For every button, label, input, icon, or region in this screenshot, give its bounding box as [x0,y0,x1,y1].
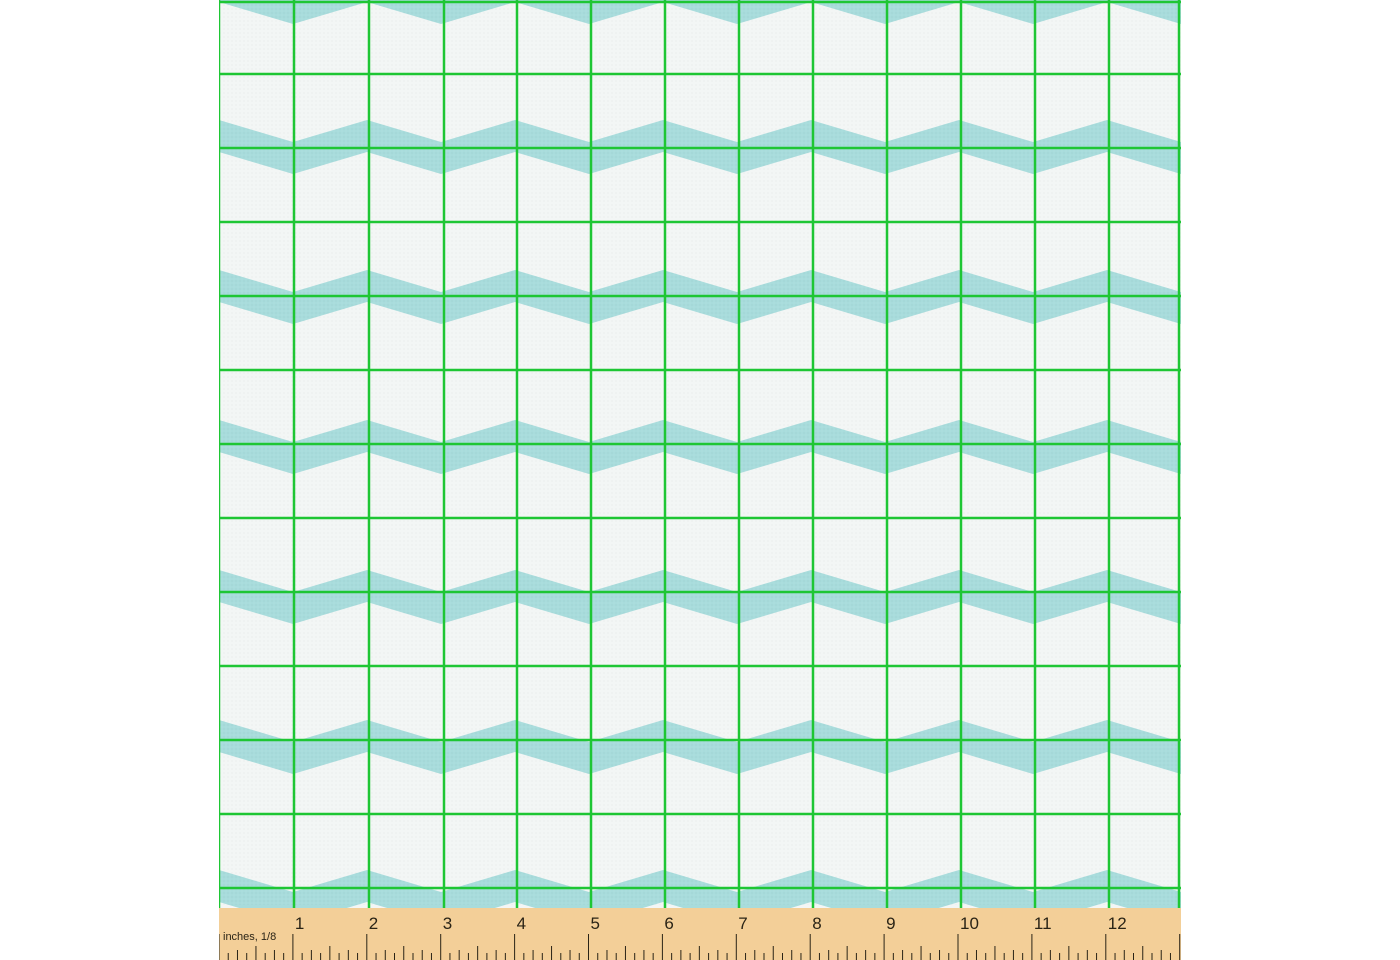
ruler-number: 7 [738,914,747,933]
ruler-caption: inches, 1/8 [223,931,276,943]
ruler-number: 2 [369,914,378,933]
ruler-number: 11 [1034,914,1052,933]
ruler-number: 5 [591,914,600,933]
ruler-number: 12 [1108,914,1127,933]
ruler-number: 3 [443,914,452,933]
ruler-number: 4 [517,914,526,933]
ruler-number: 10 [960,914,979,933]
ruler: inches, 1/8 1234567891011121 [219,908,1181,960]
fabric-swatch: inches, 1/8 1234567891011121 [219,0,1181,960]
ruler-number: 1 [295,914,304,933]
ruler-number: 9 [886,914,895,933]
ruler-number: 6 [664,914,673,933]
weave-texture [219,0,1181,905]
ruler-number: 8 [812,914,821,933]
